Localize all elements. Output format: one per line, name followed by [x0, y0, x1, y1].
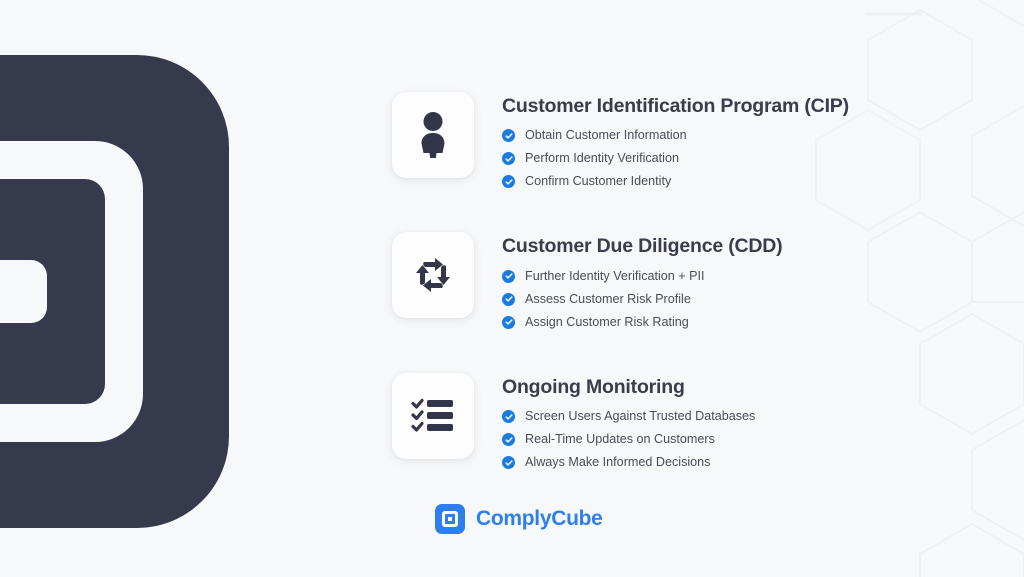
list-item-label: Perform Identity Verification — [525, 151, 679, 166]
logo-core — [448, 517, 452, 521]
complycube-logo[interactable]: ComplyCube — [435, 504, 603, 534]
list-item-label: Confirm Customer Identity — [525, 174, 672, 189]
list-item-label: Assess Customer Risk Profile — [525, 291, 691, 306]
list-item: Always Make Informed Decisions — [502, 454, 755, 471]
check-circle-icon — [502, 269, 515, 283]
section-body: Ongoing Monitoring Screen Users Against … — [502, 373, 755, 471]
logo-ring — [442, 511, 458, 527]
nested-squares-brandmark — [0, 55, 229, 528]
cycle-arrows-icon — [416, 258, 450, 293]
checklist-icon — [411, 398, 453, 432]
list-item: Assign Customer Risk Rating — [502, 314, 782, 331]
section-heading: Ongoing Monitoring — [502, 375, 685, 398]
section-cdd: Customer Due Diligence (CDD) Further Ide… — [392, 232, 862, 330]
check-circle-icon — [502, 410, 515, 424]
list-item: Further Identity Verification + PII — [502, 268, 782, 285]
check-circle-icon — [502, 129, 515, 143]
section-body: Customer Due Diligence (CDD) Further Ide… — [502, 232, 783, 331]
check-circle-icon — [502, 292, 515, 306]
check-circle-icon — [502, 315, 515, 329]
list-item: Real-Time Updates on Customers — [502, 431, 755, 448]
list-item-label: Always Make Informed Decisions — [525, 455, 711, 470]
list-item: Screen Users Against Trusted Databases — [502, 408, 755, 425]
section-points: Obtain Customer Information Perform Iden… — [502, 127, 849, 190]
check-circle-icon — [502, 456, 515, 470]
list-item-label: Assign Customer Risk Rating — [525, 314, 689, 329]
section-cip: Customer Identification Program (CIP) Ob… — [392, 92, 862, 190]
section-heading: Customer Due Diligence (CDD) — [502, 235, 783, 258]
check-circle-icon — [502, 433, 515, 447]
section-heading: Customer Identification Program (CIP) — [502, 95, 849, 117]
list-item-label: Obtain Customer Information — [525, 128, 687, 143]
section-icon-tile — [392, 92, 474, 178]
complycube-wordmark: ComplyCube — [476, 507, 603, 530]
complycube-square-icon — [435, 504, 465, 534]
section-icon-tile — [392, 232, 474, 319]
list-item-label: Screen Users Against Trusted Databases — [525, 409, 756, 424]
sections-list: Customer Identification Program (CIP) Ob… — [392, 92, 862, 471]
list-item-label: Real-Time Updates on Customers — [525, 432, 715, 447]
list-item: Confirm Customer Identity — [502, 173, 849, 190]
check-circle-icon — [502, 175, 515, 189]
section-points: Screen Users Against Trusted Databases R… — [502, 408, 755, 471]
slide-canvas: Customer Identification Program (CIP) Ob… — [0, 0, 1024, 577]
list-item-label: Further Identity Verification + PII — [525, 268, 705, 283]
list-item: Obtain Customer Information — [502, 127, 849, 144]
person-icon — [421, 112, 445, 158]
section-points: Further Identity Verification + PII Asse… — [502, 268, 782, 331]
check-circle-icon — [502, 152, 515, 166]
list-item: Perform Identity Verification — [502, 150, 849, 167]
section-ongoing-monitoring: Ongoing Monitoring Screen Users Against … — [392, 372, 862, 471]
section-icon-tile — [392, 372, 474, 459]
section-body: Customer Identification Program (CIP) Ob… — [502, 92, 849, 190]
list-item: Assess Customer Risk Profile — [502, 291, 782, 308]
